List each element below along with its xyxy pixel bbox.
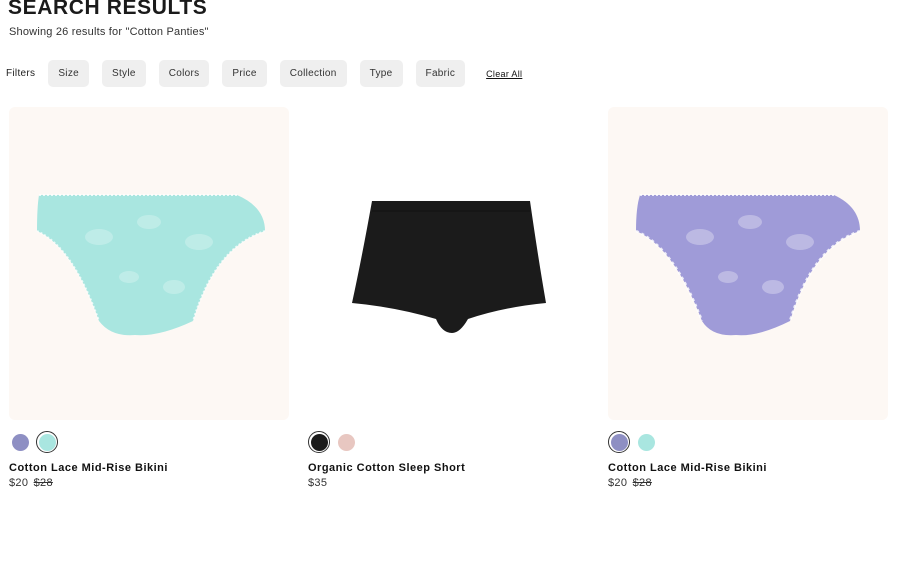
- filter-style-button[interactable]: Style: [101, 60, 146, 87]
- filter-collection-button[interactable]: Collection: [279, 60, 347, 87]
- bikini-illustration: [36, 194, 266, 336]
- filter-bar: Filters Size Style Colors Price Collecti…: [6, 60, 522, 87]
- swatch-dot: [38, 433, 56, 451]
- swatch-dot: [11, 433, 29, 451]
- filter-type-button[interactable]: Type: [359, 60, 403, 87]
- sleep-short-illustration: [352, 201, 546, 333]
- color-swatches: [308, 431, 588, 453]
- filter-price-button[interactable]: Price: [222, 60, 267, 87]
- color-swatch-mint[interactable]: [635, 431, 657, 453]
- product-image[interactable]: [308, 107, 588, 420]
- product-name[interactable]: Cotton Lace Mid-Rise Bikini: [608, 462, 888, 474]
- swatch-dot: [310, 433, 328, 451]
- page-title: SEARCH RESULTS: [8, 0, 208, 19]
- filters-label: Filters: [6, 68, 36, 79]
- product-price: $20 $28: [608, 477, 888, 489]
- color-swatches: [608, 431, 888, 453]
- filter-fabric-button[interactable]: Fabric: [415, 60, 466, 87]
- product-card[interactable]: Cotton Lace Mid-Rise Bikini $20 $28: [608, 107, 888, 489]
- product-price: $35: [308, 477, 588, 489]
- color-swatches: [9, 431, 289, 453]
- color-swatch-purple[interactable]: [9, 431, 31, 453]
- filter-colors-button[interactable]: Colors: [158, 60, 210, 87]
- swatch-dot: [637, 433, 655, 451]
- sale-price: $35: [308, 477, 328, 489]
- color-swatch-pink[interactable]: [335, 431, 357, 453]
- color-swatch-black[interactable]: [308, 431, 330, 453]
- product-image[interactable]: [9, 107, 289, 420]
- bikini-illustration: [635, 194, 861, 336]
- swatch-dot: [610, 433, 628, 451]
- color-swatch-mint[interactable]: [36, 431, 58, 453]
- color-swatch-purple[interactable]: [608, 431, 630, 453]
- filter-size-button[interactable]: Size: [48, 60, 89, 87]
- product-image[interactable]: [608, 107, 888, 420]
- sale-price: $20: [9, 477, 29, 489]
- product-price: $20 $28: [9, 477, 289, 489]
- product-card[interactable]: Organic Cotton Sleep Short $35: [308, 107, 588, 489]
- sale-price: $20: [608, 477, 628, 489]
- result-count: Showing 26 results for "Cotton Panties": [9, 26, 209, 38]
- product-name[interactable]: Cotton Lace Mid-Rise Bikini: [9, 462, 289, 474]
- original-price: $28: [33, 477, 53, 489]
- swatch-dot: [337, 433, 355, 451]
- product-name[interactable]: Organic Cotton Sleep Short: [308, 462, 588, 474]
- product-card[interactable]: Cotton Lace Mid-Rise Bikini $20 $28: [9, 107, 289, 489]
- clear-all-link[interactable]: Clear All: [486, 69, 522, 79]
- original-price: $28: [632, 477, 652, 489]
